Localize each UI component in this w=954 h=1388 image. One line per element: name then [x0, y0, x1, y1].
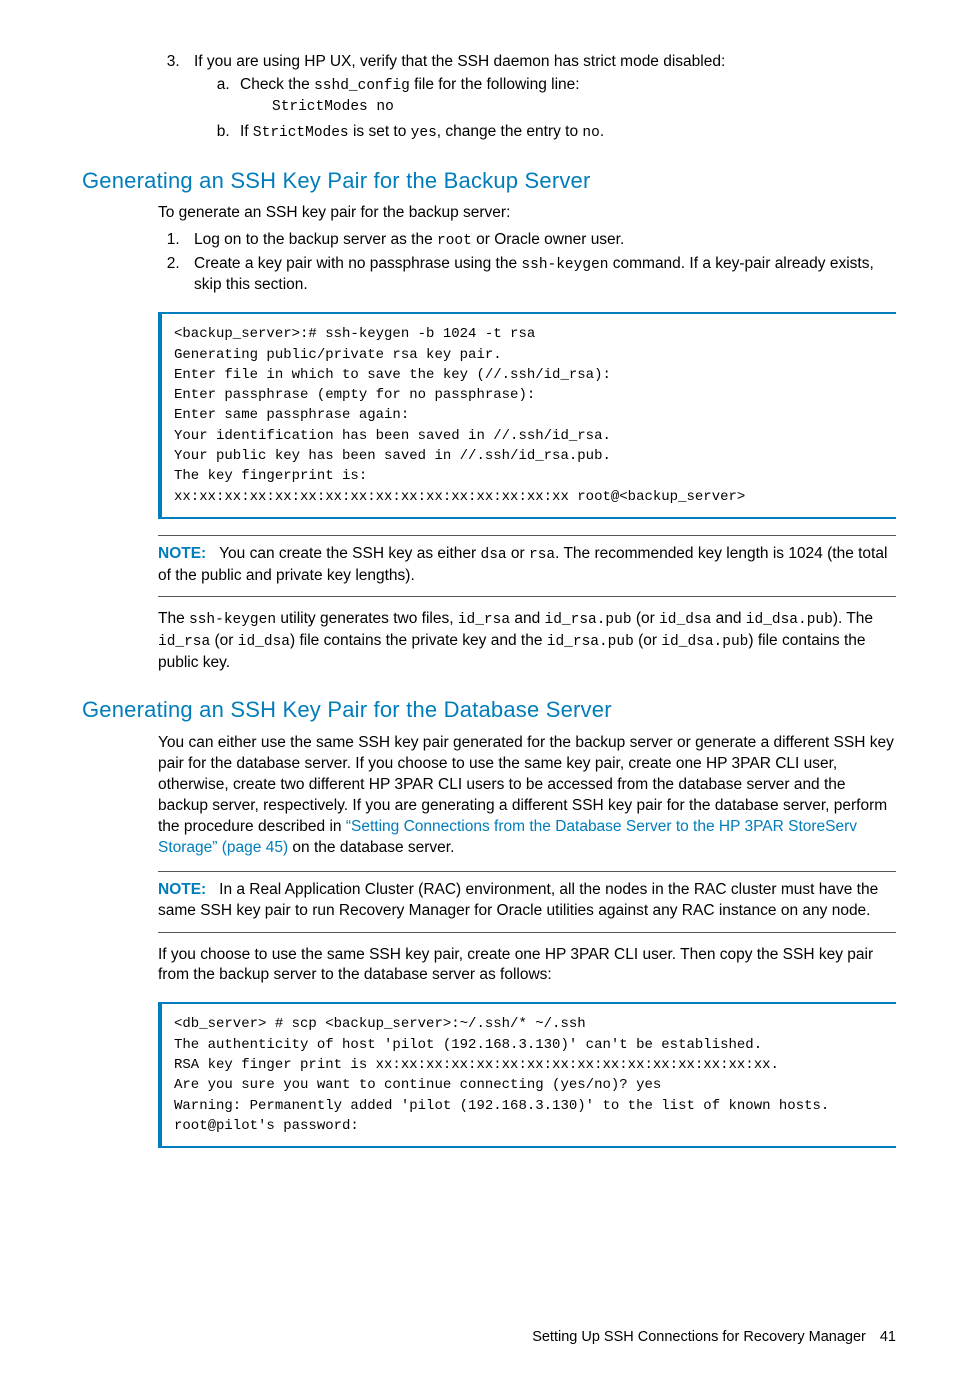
heading-ssh-database: Generating an SSH Key Pair for the Datab… [82, 695, 896, 725]
step-3-sublist: Check the sshd_config file for the follo… [194, 75, 896, 144]
ssh-keygen-output: <backup_server>:# ssh-keygen -b 1024 -t … [158, 312, 896, 519]
step-3-text: If you are using HP UX, verify that the … [194, 53, 725, 70]
step-3: If you are using HP UX, verify that the … [184, 52, 896, 144]
heading-ssh-backup: Generating an SSH Key Pair for the Backu… [82, 166, 896, 196]
step-3a: Check the sshd_config file for the follo… [234, 75, 896, 118]
ssh-keygen-files-para: The ssh-keygen utility generates two fil… [158, 609, 896, 673]
note-label: NOTE: [158, 545, 206, 562]
database-intro-para: You can either use the same SSH key pair… [158, 733, 896, 859]
page-footer: Setting Up SSH Connections for Recovery … [82, 1328, 896, 1348]
backup-steps: Log on to the backup server as the root … [82, 230, 896, 296]
backup-step-1: Log on to the backup server as the root … [184, 230, 896, 252]
backup-intro: To generate an SSH key pair for the back… [158, 203, 896, 224]
backup-step-2: Create a key pair with no passphrase usi… [184, 254, 896, 296]
note-ssh-key-type: NOTE: You can create the SSH key as eith… [158, 535, 896, 597]
code-sshd-config: sshd_config [314, 78, 410, 94]
footer-text: Setting Up SSH Connections for Recovery … [532, 1329, 866, 1345]
scp-output: <db_server> # scp <backup_server>:~/.ssh… [158, 1002, 896, 1148]
page-number: 41 [880, 1329, 896, 1345]
strictmodes-line: StrictModes no [272, 98, 896, 118]
step-3-list: If you are using HP UX, verify that the … [82, 52, 896, 144]
note-label: NOTE: [158, 881, 206, 898]
step-3b: If StrictModes is set to yes, change the… [234, 122, 896, 144]
note-rac-environment: NOTE: In a Real Application Cluster (RAC… [158, 871, 896, 933]
database-copy-para: If you choose to use the same SSH key pa… [158, 945, 896, 987]
